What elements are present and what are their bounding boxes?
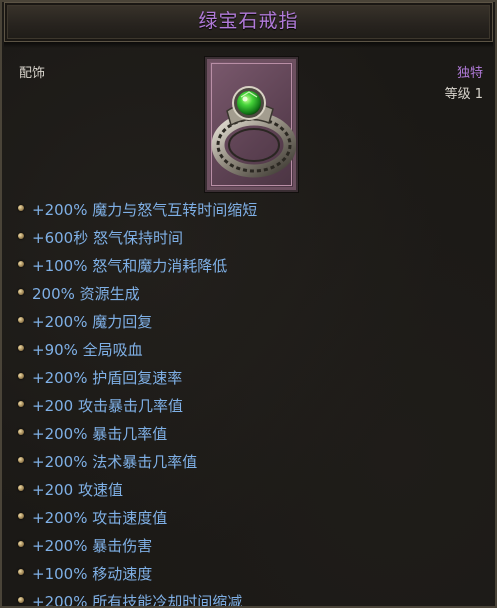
item-rarity: 独特 <box>456 66 483 81</box>
affix-text: +200 攻速值 <box>32 481 123 499</box>
affix-text: +200% 法术暴击几率值 <box>32 453 198 471</box>
item-tooltip: 绿宝石戒指 配饰 独特 等级 1 +200% 魔力与怒气互转时间缩短 +600秒… <box>0 0 497 608</box>
affix-row: +200 攻击暴击几率值 <box>16 394 257 422</box>
affix-bullet-icon <box>18 457 24 463</box>
item-level: 等级 1 <box>444 87 483 102</box>
affix-text: +200% 所有技能冷却时间缩减 <box>32 593 243 608</box>
affix-text: +200% 暴击几率值 <box>32 425 168 443</box>
affix-text: +600秒 怒气保持时间 <box>32 229 183 247</box>
item-slot-label: 配饰 <box>19 66 46 81</box>
affix-text: +200% 攻击速度值 <box>32 509 168 527</box>
affix-text: +200 攻击暴击几率值 <box>32 397 183 415</box>
affix-row: +200% 攻击速度值 <box>16 506 257 534</box>
affix-text: +200% 魔力与怒气互转时间缩短 <box>32 201 258 219</box>
affix-row: +600秒 怒气保持时间 <box>16 226 257 254</box>
affix-row: +100% 移动速度 <box>16 562 257 590</box>
affix-text: 200% 资源生成 <box>32 285 140 303</box>
affix-text: +90% 全局吸血 <box>32 341 143 359</box>
affix-bullet-icon <box>18 261 24 267</box>
affix-row: +200 攻速值 <box>16 478 257 506</box>
affix-row: +200% 所有技能冷却时间缩减 <box>16 590 257 608</box>
affix-text: +200% 魔力回复 <box>32 313 153 331</box>
affix-bullet-icon <box>18 345 24 351</box>
item-title: 绿宝石戒指 <box>198 10 299 32</box>
affix-text: +100% 怒气和魔力消耗降低 <box>32 257 228 275</box>
affix-text: +100% 移动速度 <box>32 565 153 583</box>
emerald-ring-icon <box>211 86 296 178</box>
affix-text: +200% 暴击伤害 <box>32 537 153 555</box>
affix-text: +200% 护盾回复速率 <box>32 369 183 387</box>
affix-bullet-icon <box>18 597 24 603</box>
affix-bullet-icon <box>18 513 24 519</box>
affix-bullet-icon <box>18 205 24 211</box>
affix-bullet-icon <box>18 233 24 239</box>
affix-list: +200% 魔力与怒气互转时间缩短 +600秒 怒气保持时间 +100% 怒气和… <box>16 198 257 608</box>
affix-row: +200% 魔力与怒气互转时间缩短 <box>16 198 257 226</box>
affix-row: +200% 暴击伤害 <box>16 534 257 562</box>
item-icon-card <box>205 57 298 192</box>
affix-bullet-icon <box>18 541 24 547</box>
affix-row: +200% 暴击几率值 <box>16 422 257 450</box>
tooltip-header: 绿宝石戒指 <box>4 2 493 42</box>
affix-bullet-icon <box>18 569 24 575</box>
affix-row: 200% 资源生成 <box>16 282 257 310</box>
affix-row: +200% 魔力回复 <box>16 310 257 338</box>
affix-row: +90% 全局吸血 <box>16 338 257 366</box>
affix-bullet-icon <box>18 485 24 491</box>
affix-bullet-icon <box>18 317 24 323</box>
affix-bullet-icon <box>18 289 24 295</box>
affix-row: +200% 法术暴击几率值 <box>16 450 257 478</box>
affix-bullet-icon <box>18 429 24 435</box>
affix-row: +100% 怒气和魔力消耗降低 <box>16 254 257 282</box>
header-shadow <box>4 42 493 48</box>
affix-bullet-icon <box>18 401 24 407</box>
affix-bullet-icon <box>18 373 24 379</box>
affix-row: +200% 护盾回复速率 <box>16 366 257 394</box>
